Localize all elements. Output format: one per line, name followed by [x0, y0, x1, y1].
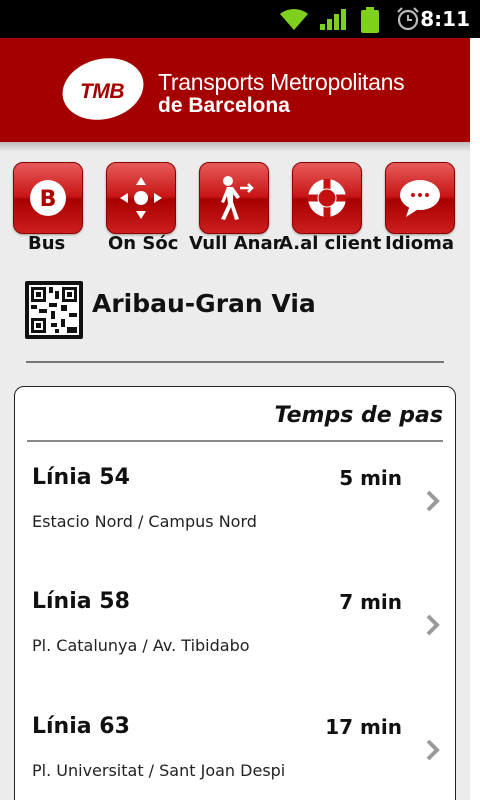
- bus-button[interactable]: B: [13, 162, 83, 234]
- customer-service-button[interactable]: [292, 162, 362, 234]
- speech-bubble-icon: [400, 180, 440, 217]
- chevron-right-icon: [426, 614, 440, 636]
- departure-row[interactable]: Línia 54 5 min Estacio Nord / Campus Nor…: [15, 465, 455, 585]
- nav-label-vull-anar: Vull Anar: [189, 233, 282, 254]
- nav-label-on-soc: On Sóc: [108, 233, 179, 254]
- departure-row[interactable]: Línia 63 17 min Pl. Universitat / Sant J…: [15, 714, 455, 800]
- header-shadow: [0, 142, 470, 152]
- line-name: Línia 63: [32, 714, 130, 739]
- card-divider: [27, 440, 443, 442]
- departure-row[interactable]: Línia 58 7 min Pl. Catalunya / Av. Tibid…: [15, 589, 455, 709]
- wait-time: 17 min: [325, 715, 402, 739]
- alarm-icon: [397, 7, 419, 31]
- brand-name-line2: de Barcelona: [158, 94, 290, 117]
- wait-time: 5 min: [339, 466, 402, 490]
- route-name: Pl. Universitat / Sant Joan Despi: [32, 761, 286, 780]
- battery-icon: [361, 7, 379, 33]
- vull-anar-button[interactable]: [199, 162, 269, 234]
- app-header: TMB Transports Metropolitans de Barcelon…: [0, 38, 470, 142]
- wifi-icon: [280, 8, 308, 30]
- walking-person-icon: [221, 176, 254, 220]
- divider: [26, 361, 444, 363]
- line-name: Línia 58: [32, 589, 130, 614]
- brand-name-line1: Transports Metropolitans: [158, 69, 405, 95]
- route-name: Estacio Nord / Campus Nord: [32, 512, 257, 531]
- status-bar: 8:11: [0, 0, 480, 38]
- location-icon: [120, 177, 162, 219]
- chevron-right-icon: [426, 739, 440, 761]
- svg-text:B: B: [40, 187, 57, 212]
- lifebuoy-icon: [308, 179, 346, 217]
- status-time: 8:11: [420, 7, 470, 31]
- departures-title: Temps de pas: [274, 403, 443, 428]
- nav-label-customer-service: A.al client: [279, 233, 382, 254]
- on-soc-button[interactable]: [106, 162, 176, 234]
- signal-icon: [320, 9, 346, 30]
- nav-label-language: Idioma: [385, 233, 455, 254]
- edge-strip: [470, 38, 480, 800]
- language-button[interactable]: [385, 162, 455, 234]
- bus-icon: B: [30, 180, 66, 216]
- qr-code-icon[interactable]: [25, 281, 83, 339]
- wait-time: 7 min: [339, 590, 402, 614]
- departures-card: Temps de pas Línia 54 5 min Estacio Nord…: [14, 386, 456, 800]
- chevron-right-icon: [426, 490, 440, 512]
- nav-label-bus: Bus: [28, 233, 66, 254]
- stop-name: Aribau-Gran Via: [92, 289, 316, 318]
- route-name: Pl. Catalunya / Av. Tibidabo: [32, 636, 250, 655]
- logo-text: TMB: [80, 80, 125, 103]
- line-name: Línia 54: [32, 465, 130, 490]
